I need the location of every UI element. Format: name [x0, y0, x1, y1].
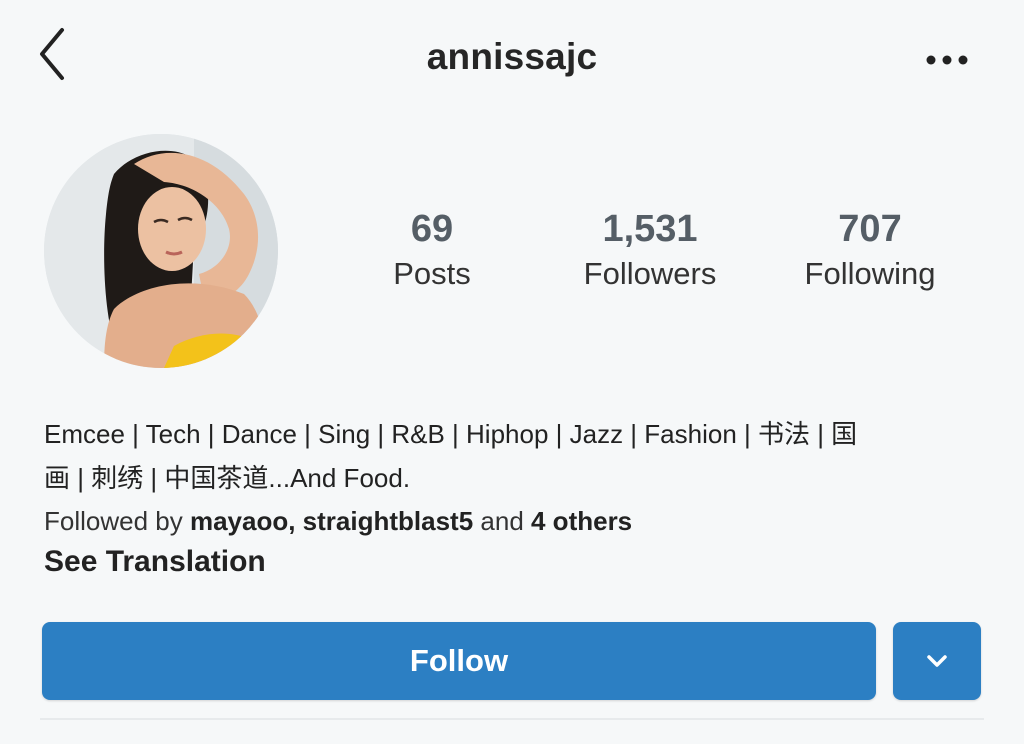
followed-by-text[interactable]: Followed by mayaoo, straightblast5 and 4…: [44, 502, 632, 540]
followed-by-names: mayaoo, straightblast5: [189, 506, 474, 536]
more-options-button[interactable]: [920, 46, 974, 74]
stat-posts[interactable]: 69 Posts: [372, 206, 492, 296]
avatar[interactable]: [44, 134, 278, 368]
stat-following[interactable]: 707 Following: [782, 206, 958, 296]
followed-by-prefix: Followed by: [44, 506, 190, 536]
profile-username: annissajc: [426, 36, 598, 77]
profile-photo: [44, 134, 278, 368]
followers-count: 1,531: [602, 208, 698, 250]
bio-line-1: Emcee | Tech | Dance | Sing | R&B | Hiph…: [44, 419, 858, 449]
more-horizontal-icon: [926, 55, 968, 65]
bio-line-2: 画 | 刺绣 | 中国茶道...And Food.: [44, 463, 411, 493]
see-translation-link[interactable]: See Translation: [44, 542, 266, 582]
following-label: Following: [804, 256, 936, 291]
posts-label: Posts: [393, 256, 471, 291]
divider: [40, 718, 984, 720]
profile-header: annissajc: [0, 0, 1024, 120]
followed-by-connector: and: [473, 506, 531, 536]
suggested-accounts-button[interactable]: [893, 622, 981, 700]
posts-count: 69: [410, 208, 454, 250]
stat-followers[interactable]: 1,531 Followers: [560, 206, 740, 296]
profile-bio: Emcee | Tech | Dance | Sing | R&B | Hiph…: [44, 412, 984, 500]
following-count: 707: [838, 208, 902, 250]
chevron-down-icon: [927, 655, 947, 667]
profile-screen: annissajc 69 Posts 1,531 Followers 707 F…: [0, 0, 1024, 744]
followers-label: Followers: [583, 256, 717, 291]
followed-by-others: 4 others: [531, 506, 633, 536]
follow-button[interactable]: Follow: [42, 622, 876, 700]
